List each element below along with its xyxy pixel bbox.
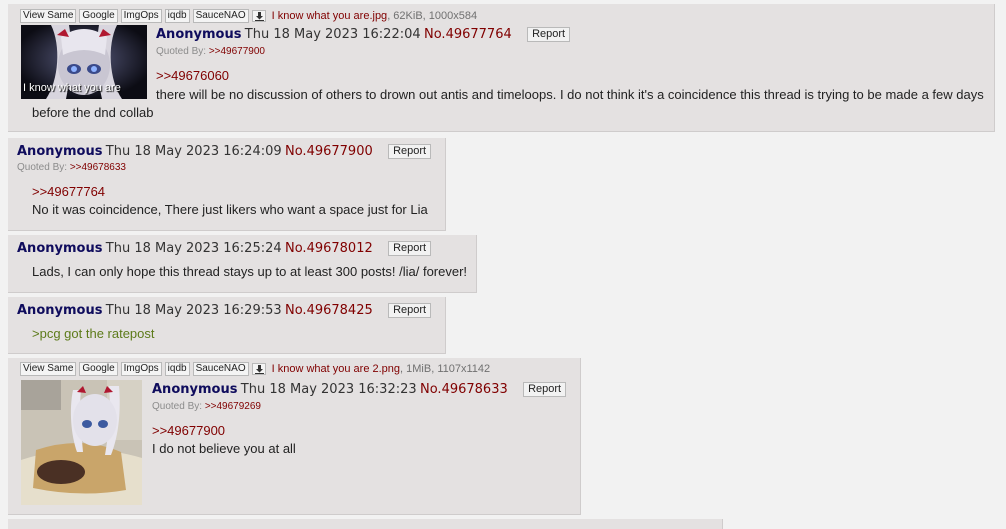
post-thumbnail[interactable]: [21, 380, 142, 505]
post-date: Thu 18 May 2023 16:25:24: [105, 241, 282, 256]
post-49677764: View Same Google ImgOps iqdb SauceNAO I …: [8, 4, 995, 132]
post-text: Lads, I can only hope this thread stays …: [32, 264, 468, 279]
download-icon[interactable]: [251, 10, 266, 22]
quoted-by-label: Quoted By:: [152, 401, 203, 412]
file-name-link[interactable]: I know what you are 2.png: [272, 363, 400, 375]
post-number-link[interactable]: No.49677764: [424, 27, 512, 42]
report-button[interactable]: Report: [527, 27, 571, 42]
post-49678425: Anonymous Thu 18 May 2023 16:29:53 No.49…: [8, 297, 446, 354]
quoted-by: Quoted By: >>49679269: [152, 401, 261, 412]
backlink[interactable]: >>49677900: [209, 46, 265, 57]
post-header: Anonymous Thu 18 May 2023 16:29:53 No.49…: [17, 302, 432, 319]
post-text: No it was coincidence, There just likers…: [32, 202, 428, 217]
quoted-by-label: Quoted By:: [17, 162, 68, 173]
file-info-bar: View Same Google ImgOps iqdb SauceNAO I …: [20, 9, 477, 23]
quoted-by-label: Quoted By:: [156, 46, 207, 57]
post-49678012: Anonymous Thu 18 May 2023 16:25:24 No.49…: [8, 235, 477, 293]
file-info-bar: View Same Google ImgOps iqdb SauceNAO I …: [20, 362, 490, 376]
download-icon[interactable]: [251, 363, 266, 375]
poster-name: Anonymous: [152, 382, 238, 397]
view-same-button[interactable]: View Same: [20, 9, 77, 23]
post-header: Anonymous Thu 18 May 2023 16:32:23 No.49…: [152, 381, 567, 398]
iqdb-button[interactable]: iqdb: [164, 362, 190, 376]
next-post-partial: [8, 519, 723, 529]
file-name-link[interactable]: I know what you are.jpg: [272, 10, 388, 22]
backlink[interactable]: >>49679269: [205, 401, 261, 412]
saucenao-button[interactable]: SauceNAO: [192, 9, 249, 23]
post-message: there will be no discussion of others to…: [32, 86, 992, 122]
poster-name: Anonymous: [17, 241, 103, 256]
post-number-link[interactable]: No.49678633: [420, 382, 508, 397]
report-button[interactable]: Report: [388, 144, 432, 159]
quoted-by: Quoted By: >>49678633: [17, 162, 126, 173]
report-button[interactable]: Report: [388, 303, 432, 318]
post-49678633: View Same Google ImgOps iqdb SauceNAO I …: [8, 358, 581, 515]
post-date: Thu 18 May 2023 16:24:09: [105, 144, 282, 159]
poster-name: Anonymous: [17, 303, 103, 318]
imgops-button[interactable]: ImgOps: [120, 362, 162, 376]
google-search-button[interactable]: Google: [79, 362, 118, 376]
google-search-button[interactable]: Google: [79, 9, 118, 23]
greentext: >pcg got the ratepost: [32, 326, 155, 341]
view-same-button[interactable]: View Same: [20, 362, 77, 376]
post-date: Thu 18 May 2023 16:32:23: [240, 382, 417, 397]
report-button[interactable]: Report: [388, 241, 432, 256]
quoted-by: Quoted By: >>49677900: [156, 46, 265, 57]
backlink[interactable]: >>49678633: [70, 162, 126, 173]
post-number-link[interactable]: No.49677900: [285, 144, 373, 159]
imgops-button[interactable]: ImgOps: [120, 9, 162, 23]
quote-link[interactable]: >>49677764: [32, 184, 105, 199]
post-header: Anonymous Thu 18 May 2023 16:25:24 No.49…: [17, 240, 432, 257]
post-header: Anonymous Thu 18 May 2023 16:22:04 No.49…: [156, 26, 571, 43]
post-text: I do not believe you at all: [152, 441, 296, 456]
post-text: there will be no discussion of others to…: [32, 87, 984, 120]
quote-link[interactable]: >>49676060: [156, 68, 229, 83]
poster-name: Anonymous: [156, 27, 242, 42]
iqdb-button[interactable]: iqdb: [164, 9, 190, 23]
quote-link[interactable]: >>49677900: [152, 423, 225, 438]
file-size-info: , 62KiB, 1000x584: [387, 10, 478, 22]
file-size-info: , 1MiB, 1107x1142: [400, 363, 491, 375]
post-date: Thu 18 May 2023 16:22:04: [244, 27, 421, 42]
post-header: Anonymous Thu 18 May 2023 16:24:09 No.49…: [17, 143, 432, 160]
report-button[interactable]: Report: [523, 382, 567, 397]
poster-name: Anonymous: [17, 144, 103, 159]
post-number-link[interactable]: No.49678012: [285, 241, 373, 256]
post-date: Thu 18 May 2023 16:29:53: [105, 303, 282, 318]
saucenao-button[interactable]: SauceNAO: [192, 362, 249, 376]
post-number-link[interactable]: No.49678425: [285, 303, 373, 318]
post-49677900: Anonymous Thu 18 May 2023 16:24:09 No.49…: [8, 138, 446, 231]
